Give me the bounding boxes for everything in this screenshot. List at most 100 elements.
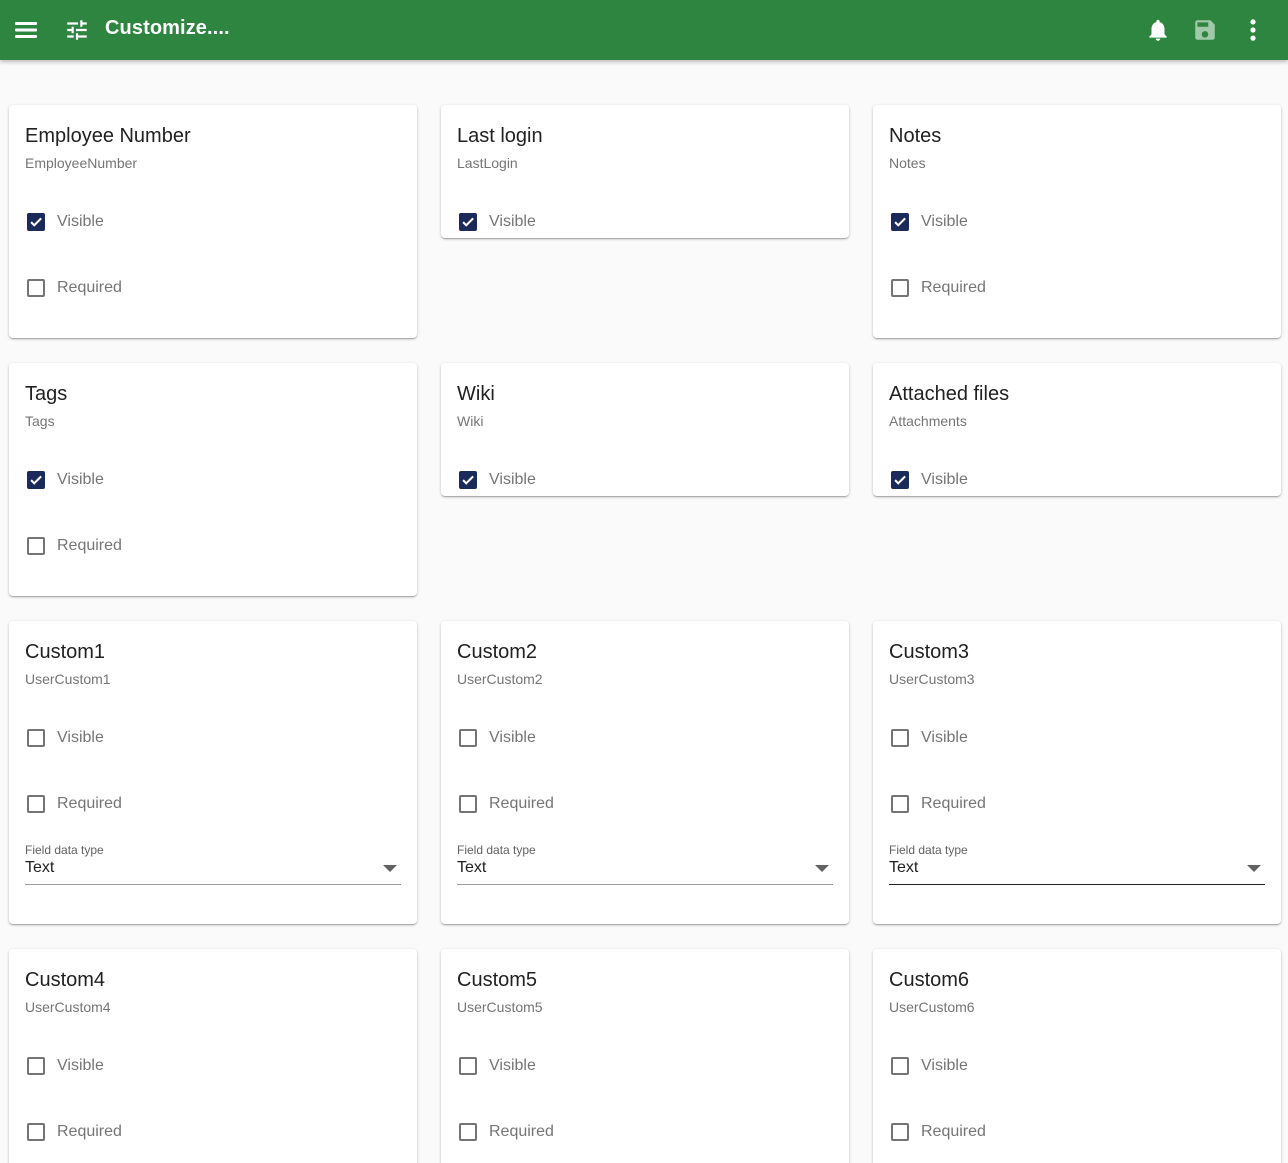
visible-label: Visible: [489, 471, 536, 488]
checkbox-checked-icon[interactable]: [27, 213, 45, 231]
card-title: Last login: [457, 125, 543, 147]
field-data-type-label: Field data type: [457, 843, 536, 857]
checkbox-unchecked-icon[interactable]: [891, 1057, 909, 1075]
card-title: Custom3: [889, 641, 970, 663]
card-title: Custom4: [25, 969, 106, 991]
cards-grid: Employee Number EmployeeNumber Visible Requ…: [0, 60, 1288, 1163]
field-data-type-select[interactable]: Field data type Text: [889, 843, 1265, 887]
visible-label: Visible: [489, 1057, 536, 1074]
checkbox-unchecked-icon[interactable]: [27, 279, 45, 297]
checkbox-unchecked-icon[interactable]: [459, 1057, 477, 1075]
required-checkbox[interactable]: Required: [25, 534, 122, 558]
more-vert-icon[interactable]: [1237, 14, 1269, 46]
card-field-name: Notes: [889, 155, 926, 171]
checkbox-checked-icon[interactable]: [891, 213, 909, 231]
field-data-type-select[interactable]: Field data type Text: [457, 843, 833, 887]
card-field-name: UserCustom5: [457, 999, 543, 1015]
field-card-notes: Notes Notes Visible Required: [873, 105, 1281, 338]
checkbox-checked-icon[interactable]: [27, 471, 45, 489]
card-title: Custom5: [457, 969, 538, 991]
app-bar: Customize....: [0, 0, 1288, 60]
visible-label: Visible: [489, 729, 536, 746]
card-title: Employee Number: [25, 125, 191, 147]
checkbox-unchecked-icon[interactable]: [891, 795, 909, 813]
checkbox-unchecked-icon[interactable]: [891, 279, 909, 297]
dropdown-arrow-icon[interactable]: [383, 865, 397, 872]
visible-checkbox[interactable]: Visible: [25, 726, 104, 750]
card-field-name: UserCustom4: [25, 999, 111, 1015]
menu-icon[interactable]: [9, 14, 41, 46]
checkbox-unchecked-icon[interactable]: [459, 729, 477, 747]
field-card-attachments: Attached files Attachments Visible: [873, 363, 1281, 496]
visible-label: Visible: [57, 729, 104, 746]
field-card-tags: Tags Tags Visible Required: [9, 363, 417, 596]
visible-checkbox[interactable]: Visible: [457, 1054, 536, 1078]
field-data-type-label: Field data type: [889, 843, 968, 857]
card-title: Notes: [889, 125, 942, 147]
field-data-type-select[interactable]: Field data type Text: [25, 843, 401, 887]
required-label: Required: [489, 795, 554, 812]
bell-icon[interactable]: [1142, 14, 1174, 46]
checkbox-unchecked-icon[interactable]: [27, 1057, 45, 1075]
visible-checkbox[interactable]: Visible: [889, 468, 968, 492]
checkbox-unchecked-icon[interactable]: [459, 795, 477, 813]
card-field-name: UserCustom3: [889, 671, 975, 687]
visible-label: Visible: [57, 471, 104, 488]
checkbox-checked-icon[interactable]: [891, 471, 909, 489]
required-checkbox[interactable]: Required: [889, 1120, 986, 1144]
required-checkbox[interactable]: Required: [457, 1120, 554, 1144]
dropdown-arrow-icon[interactable]: [815, 865, 829, 872]
checkbox-unchecked-icon[interactable]: [459, 1123, 477, 1141]
required-checkbox[interactable]: Required: [25, 792, 122, 816]
visible-checkbox[interactable]: Visible: [25, 468, 104, 492]
save-icon[interactable]: [1189, 14, 1221, 46]
card-title: Custom6: [889, 969, 970, 991]
card-title: Tags: [25, 383, 68, 405]
checkbox-unchecked-icon[interactable]: [27, 1123, 45, 1141]
required-checkbox[interactable]: Required: [25, 276, 122, 300]
checkbox-unchecked-icon[interactable]: [27, 729, 45, 747]
checkbox-checked-icon[interactable]: [459, 471, 477, 489]
checkbox-checked-icon[interactable]: [459, 213, 477, 231]
required-checkbox[interactable]: Required: [25, 1120, 122, 1144]
required-label: Required: [921, 279, 986, 296]
page-title: Customize....: [105, 17, 230, 39]
required-checkbox[interactable]: Required: [457, 792, 554, 816]
visible-checkbox[interactable]: Visible: [25, 210, 104, 234]
field-data-type-value: Text: [25, 859, 55, 876]
tune-icon: [61, 14, 93, 46]
checkbox-unchecked-icon[interactable]: [27, 795, 45, 813]
card-title: Attached files: [889, 383, 1010, 405]
card-field-name: Attachments: [889, 413, 967, 429]
visible-label: Visible: [921, 1057, 968, 1074]
field-card-wiki: Wiki Wiki Visible: [441, 363, 849, 496]
field-card-usercustom4: Custom4 UserCustom4 Visible Required: [9, 949, 417, 1163]
visible-checkbox[interactable]: Visible: [457, 726, 536, 750]
required-checkbox[interactable]: Required: [889, 792, 986, 816]
visible-label: Visible: [921, 213, 968, 230]
visible-checkbox[interactable]: Visible: [889, 1054, 968, 1078]
visible-checkbox[interactable]: Visible: [889, 726, 968, 750]
checkbox-unchecked-icon[interactable]: [891, 729, 909, 747]
checkbox-unchecked-icon[interactable]: [27, 537, 45, 555]
card-field-name: UserCustom2: [457, 671, 543, 687]
dropdown-arrow-icon[interactable]: [1247, 865, 1261, 872]
field-card-usercustom6: Custom6 UserCustom6 Visible Required: [873, 949, 1281, 1163]
required-checkbox[interactable]: Required: [889, 276, 986, 300]
visible-checkbox[interactable]: Visible: [457, 210, 536, 234]
select-underline: [457, 884, 833, 885]
visible-checkbox[interactable]: Visible: [889, 210, 968, 234]
checkbox-unchecked-icon[interactable]: [891, 1123, 909, 1141]
field-card-lastlogin: Last login LastLogin Visible: [441, 105, 849, 238]
required-label: Required: [57, 279, 122, 296]
visible-checkbox[interactable]: Visible: [457, 468, 536, 492]
visible-checkbox[interactable]: Visible: [25, 1054, 104, 1078]
field-data-type-value: Text: [457, 859, 487, 876]
card-field-name: Tags: [25, 413, 55, 429]
required-label: Required: [921, 1123, 986, 1140]
card-field-name: UserCustom1: [25, 671, 111, 687]
field-data-type-value: Text: [889, 859, 919, 876]
field-card-employeenumber: Employee Number EmployeeNumber Visible Requ…: [9, 105, 417, 338]
field-card-usercustom5: Custom5 UserCustom5 Visible Required: [441, 949, 849, 1163]
card-title: Custom2: [457, 641, 538, 663]
